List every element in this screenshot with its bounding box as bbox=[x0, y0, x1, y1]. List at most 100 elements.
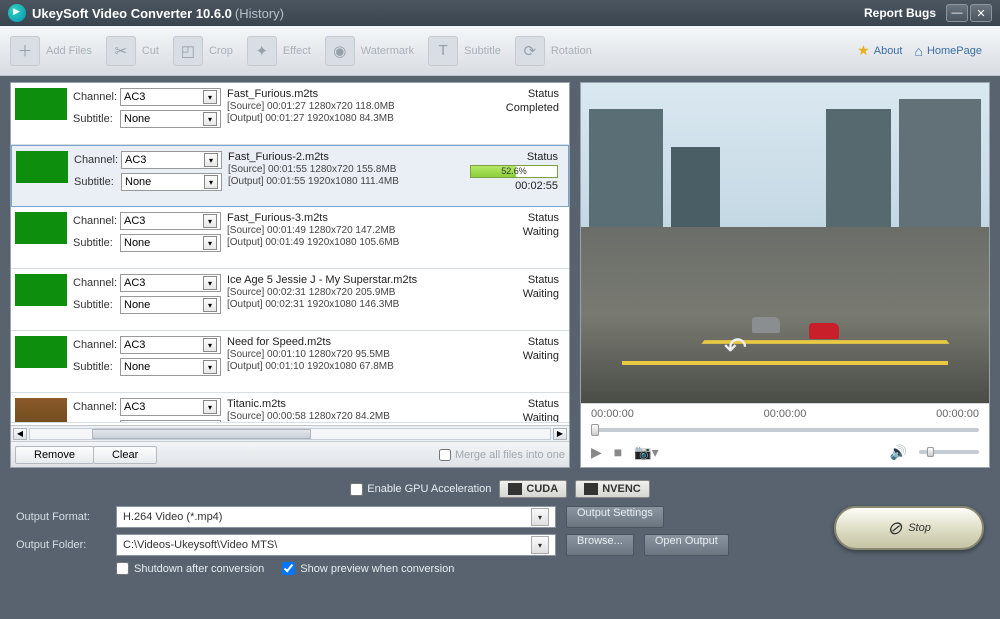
status-value: Completed bbox=[506, 102, 559, 114]
open-output-button[interactable]: Open Output bbox=[644, 534, 729, 556]
gpu-checkbox[interactable]: Enable GPU Acceleration bbox=[350, 483, 491, 496]
file-source-info: [Source] 00:02:31 1280x720 205.9MB bbox=[227, 287, 465, 298]
channel-select[interactable]: AC3▾ bbox=[120, 274, 221, 292]
video-preview[interactable]: ↶ bbox=[581, 83, 989, 403]
file-row[interactable]: Channel: AC3▾ Subtitle: None▾ Fast_Furio… bbox=[11, 145, 569, 207]
subtitle-label: Subtitle: bbox=[73, 299, 117, 311]
snapshot-button[interactable]: 📷▾ bbox=[634, 444, 658, 461]
toolbar: ＋Add Files ✂Cut ◰Crop ✦Effect ◉Watermark… bbox=[0, 26, 1000, 76]
scroll-thumb[interactable] bbox=[92, 429, 310, 439]
volume-handle[interactable] bbox=[927, 447, 934, 457]
file-row[interactable]: Channel: AC3▾ Subtitle: None▾ Fast_Furio… bbox=[11, 207, 569, 269]
subtitle-select[interactable]: None▾ bbox=[120, 358, 221, 376]
channel-select[interactable]: AC3▾ bbox=[120, 398, 221, 416]
scroll-track[interactable] bbox=[29, 428, 551, 440]
chevron-down-icon: ▾ bbox=[203, 422, 217, 423]
subtitle-select[interactable]: None▾ bbox=[120, 420, 221, 423]
scroll-left-icon[interactable]: ◀ bbox=[13, 428, 27, 440]
file-row[interactable]: Channel: AC3▾ Subtitle: None▾ Ice Age 5 … bbox=[11, 269, 569, 331]
nvidia-icon bbox=[584, 483, 598, 495]
status-header: Status bbox=[528, 336, 559, 348]
minimize-button[interactable]: — bbox=[946, 4, 968, 22]
file-row[interactable]: Channel: AC3▾ Subtitle: None▾ Need for S… bbox=[11, 331, 569, 393]
file-name: Fast_Furious-2.m2ts bbox=[228, 151, 464, 163]
volume-icon[interactable]: 🔊 bbox=[890, 444, 907, 461]
file-output-info: [Output] 00:01:27 1920x1080 84.3MB bbox=[227, 113, 465, 124]
output-folder-select[interactable]: C:\Videos-Ukeysoft\Video MTS\▾ bbox=[116, 534, 556, 556]
chevron-down-icon: ▾ bbox=[203, 236, 217, 250]
chevron-down-icon: ▾ bbox=[203, 90, 217, 104]
subtitle-button[interactable]: TSubtitle bbox=[424, 32, 511, 70]
time-current: 00:00:00 bbox=[591, 408, 634, 420]
chevron-down-icon: ▾ bbox=[531, 536, 549, 554]
chevron-down-icon: ▾ bbox=[203, 298, 217, 312]
subtitle-select[interactable]: None▾ bbox=[120, 234, 221, 252]
chevron-down-icon: ▾ bbox=[203, 214, 217, 228]
status-value: Waiting bbox=[523, 226, 559, 238]
add-files-button[interactable]: ＋Add Files bbox=[6, 32, 102, 70]
status-header: Status bbox=[528, 88, 559, 100]
history-label[interactable]: (History) bbox=[235, 6, 284, 21]
app-logo-icon bbox=[8, 4, 26, 22]
file-row[interactable]: Channel: AC3▾ Subtitle: None▾ Fast_Furio… bbox=[11, 83, 569, 145]
report-bugs-link[interactable]: Report Bugs bbox=[864, 6, 936, 20]
play-button[interactable]: ▶ bbox=[591, 444, 602, 461]
cuda-badge[interactable]: CUDA bbox=[499, 480, 567, 498]
time-display: 00:00:00 00:00:00 00:00:00 bbox=[581, 403, 989, 423]
channel-select[interactable]: AC3▾ bbox=[120, 212, 221, 230]
stop-playback-button[interactable]: ■ bbox=[614, 444, 622, 460]
preview-checkbox[interactable]: Show preview when conversion bbox=[282, 562, 454, 575]
file-row[interactable]: Channel: AC3▾ Subtitle: None▾ Titanic.m2… bbox=[11, 393, 569, 423]
file-list-panel: Channel: AC3▾ Subtitle: None▾ Fast_Furio… bbox=[10, 82, 570, 468]
channel-select[interactable]: AC3▾ bbox=[120, 336, 221, 354]
effect-button[interactable]: ✦Effect bbox=[243, 32, 321, 70]
seek-slider[interactable] bbox=[581, 423, 989, 437]
chevron-down-icon: ▾ bbox=[203, 400, 217, 414]
chevron-down-icon: ▾ bbox=[203, 112, 217, 126]
remove-button[interactable]: Remove bbox=[15, 446, 94, 464]
channel-label: Channel: bbox=[74, 154, 118, 166]
status-header: Status bbox=[528, 212, 559, 224]
watermark-button[interactable]: ◉Watermark bbox=[321, 32, 424, 70]
nvenc-badge[interactable]: NVENC bbox=[575, 480, 650, 498]
watermark-icon: ◉ bbox=[325, 36, 355, 66]
shutdown-checkbox[interactable]: Shutdown after conversion bbox=[116, 562, 264, 575]
seek-handle[interactable] bbox=[591, 424, 599, 436]
browse-button[interactable]: Browse... bbox=[566, 534, 634, 556]
crop-button[interactable]: ◰Crop bbox=[169, 32, 243, 70]
volume-slider[interactable] bbox=[919, 450, 979, 454]
time-mid: 00:00:00 bbox=[764, 408, 807, 420]
channel-label: Channel: bbox=[73, 91, 117, 103]
output-format-select[interactable]: H.264 Video (*.mp4)▾ bbox=[116, 506, 556, 528]
nvidia-icon bbox=[508, 483, 522, 495]
stop-button[interactable]: ⊘Stop bbox=[834, 506, 984, 550]
channel-select[interactable]: AC3▾ bbox=[120, 88, 221, 106]
status-value: Waiting bbox=[523, 288, 559, 300]
subtitle-icon: T bbox=[428, 36, 458, 66]
horizontal-scrollbar[interactable]: ◀ ▶ bbox=[11, 425, 569, 441]
file-output-info: [Output] 00:01:10 1920x1080 67.8MB bbox=[227, 361, 465, 372]
app-title: UkeySoft Video Converter 10.6.0 bbox=[32, 6, 232, 21]
file-source-info: [Source] 00:01:27 1280x720 118.0MB bbox=[227, 101, 465, 112]
subtitle-select[interactable]: None▾ bbox=[120, 296, 221, 314]
file-name: Need for Speed.m2ts bbox=[227, 336, 465, 348]
subtitle-select[interactable]: None▾ bbox=[120, 110, 221, 128]
rotation-button[interactable]: ⟳Rotation bbox=[511, 32, 602, 70]
channel-label: Channel: bbox=[73, 401, 117, 413]
scroll-right-icon[interactable]: ▶ bbox=[553, 428, 567, 440]
clear-button[interactable]: Clear bbox=[93, 446, 157, 464]
output-format-label: Output Format: bbox=[16, 511, 106, 523]
subtitle-select[interactable]: None▾ bbox=[121, 173, 222, 191]
output-settings-button[interactable]: Output Settings bbox=[566, 506, 664, 528]
chevron-down-icon: ▾ bbox=[204, 153, 218, 167]
cut-button[interactable]: ✂Cut bbox=[102, 32, 169, 70]
file-thumbnail bbox=[16, 151, 68, 183]
merge-checkbox[interactable]: Merge all files into one bbox=[439, 449, 565, 461]
channel-select[interactable]: AC3▾ bbox=[121, 151, 222, 169]
file-output-info: [Output] 00:01:55 1920x1080 111.4MB bbox=[228, 176, 464, 187]
about-link[interactable]: ★About bbox=[857, 42, 902, 59]
homepage-link[interactable]: ⌂HomePage bbox=[914, 43, 982, 59]
file-thumbnail bbox=[15, 212, 67, 244]
channel-label: Channel: bbox=[73, 215, 117, 227]
close-button[interactable]: ✕ bbox=[970, 4, 992, 22]
